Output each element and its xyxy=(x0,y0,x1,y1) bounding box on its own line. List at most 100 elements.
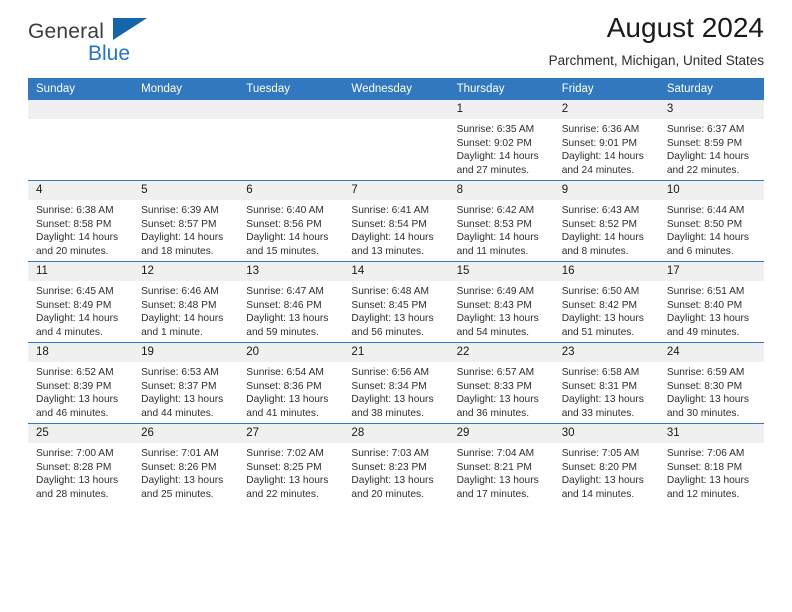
day-cell[interactable]: 21 Sunrise: 6:56 AM Sunset: 8:34 PM Dayl… xyxy=(343,342,449,424)
daylight-text-line1: Daylight: 13 hours xyxy=(666,394,749,406)
week-row: 18 Sunrise: 6:52 AM Sunset: 8:39 PM Dayl… xyxy=(28,342,764,424)
day-cell[interactable]: 18 Sunrise: 6:52 AM Sunset: 8:39 PM Dayl… xyxy=(28,342,134,424)
daylight-text-line2: and 17 minutes. xyxy=(456,488,530,500)
day-number: 5 xyxy=(133,181,239,200)
day-cell[interactable] xyxy=(28,100,134,181)
sunrise-text: Sunrise: 6:54 AM xyxy=(246,367,324,378)
day-cell[interactable]: 1 Sunrise: 6:35 AM Sunset: 9:02 PM Dayli… xyxy=(448,100,554,181)
day-cell[interactable] xyxy=(343,100,449,181)
daylight-text-line2: and 27 minutes. xyxy=(456,164,530,176)
sunrise-text: Sunrise: 6:41 AM xyxy=(351,205,430,216)
day-number: 18 xyxy=(28,343,134,362)
day-cell[interactable]: 10 Sunrise: 6:44 AM Sunset: 8:50 PM Dayl… xyxy=(658,180,764,262)
day-cell[interactable]: 24 Sunrise: 6:59 AM Sunset: 8:30 PM Dayl… xyxy=(658,342,764,424)
day-cell[interactable]: 16 Sunrise: 6:50 AM Sunset: 8:42 PM Dayl… xyxy=(553,261,659,343)
week-row: 1 Sunrise: 6:35 AM Sunset: 9:02 PM Dayli… xyxy=(28,100,764,181)
day-number: 17 xyxy=(658,262,764,281)
day-cell[interactable]: 20 Sunrise: 6:54 AM Sunset: 8:36 PM Dayl… xyxy=(238,342,344,424)
day-cell[interactable]: 6 Sunrise: 6:40 AM Sunset: 8:56 PM Dayli… xyxy=(238,180,344,262)
sunrise-text: Sunrise: 7:02 AM xyxy=(246,448,324,459)
day-number: 22 xyxy=(448,343,554,362)
day-cell[interactable]: 28 Sunrise: 7:03 AM Sunset: 8:23 PM Dayl… xyxy=(343,423,449,504)
day-number: 29 xyxy=(448,424,554,443)
day-number: 25 xyxy=(28,424,134,443)
daylight-text-line1: Daylight: 13 hours xyxy=(36,475,119,487)
day-number: 23 xyxy=(553,343,659,362)
sunrise-text: Sunrise: 6:40 AM xyxy=(246,205,324,216)
sunset-text: Sunset: 8:58 PM xyxy=(36,218,112,230)
day-cell[interactable]: 19 Sunrise: 6:53 AM Sunset: 8:37 PM Dayl… xyxy=(133,342,239,424)
day-details: Sunrise: 6:39 AM Sunset: 8:57 PM Dayligh… xyxy=(133,200,238,258)
day-number: 21 xyxy=(343,343,449,362)
calendar-header-row: Sunday Monday Tuesday Wednesday Thursday… xyxy=(28,78,764,100)
day-cell[interactable]: 23 Sunrise: 6:58 AM Sunset: 8:31 PM Dayl… xyxy=(553,342,659,424)
day-cell[interactable]: 12 Sunrise: 6:46 AM Sunset: 8:48 PM Dayl… xyxy=(133,261,239,343)
day-cell[interactable]: 27 Sunrise: 7:02 AM Sunset: 8:25 PM Dayl… xyxy=(238,423,344,504)
day-cell[interactable]: 8 Sunrise: 6:42 AM Sunset: 8:53 PM Dayli… xyxy=(448,180,554,262)
logo-triangle-icon xyxy=(113,18,147,40)
day-cell[interactable]: 13 Sunrise: 6:47 AM Sunset: 8:46 PM Dayl… xyxy=(238,261,344,343)
daylight-text-line1: Daylight: 13 hours xyxy=(456,394,539,406)
day-cell[interactable]: 5 Sunrise: 6:39 AM Sunset: 8:57 PM Dayli… xyxy=(133,180,239,262)
daylight-text-line1: Daylight: 13 hours xyxy=(141,394,224,406)
daylight-text-line2: and 6 minutes. xyxy=(666,245,734,257)
day-cell[interactable] xyxy=(133,100,239,181)
general-blue-logo[interactable]: General Blue xyxy=(28,18,198,69)
daylight-text-line2: and 30 minutes. xyxy=(666,407,740,419)
day-cell[interactable]: 14 Sunrise: 6:48 AM Sunset: 8:45 PM Dayl… xyxy=(343,261,449,343)
day-cell[interactable] xyxy=(238,100,344,181)
day-number: 19 xyxy=(133,343,239,362)
sunrise-text: Sunrise: 6:37 AM xyxy=(666,124,745,135)
weekday-header-thursday: Thursday xyxy=(448,78,554,100)
sunrise-text: Sunrise: 6:44 AM xyxy=(666,205,745,216)
day-cell[interactable]: 3 Sunrise: 6:37 AM Sunset: 8:59 PM Dayli… xyxy=(658,100,764,181)
day-cell[interactable]: 11 Sunrise: 6:45 AM Sunset: 8:49 PM Dayl… xyxy=(28,261,134,343)
daylight-text-line1: Daylight: 13 hours xyxy=(561,475,644,487)
day-details: Sunrise: 6:35 AM Sunset: 9:02 PM Dayligh… xyxy=(449,119,554,177)
day-number: 30 xyxy=(553,424,659,443)
sunset-text: Sunset: 8:40 PM xyxy=(666,299,743,311)
day-number xyxy=(133,100,239,119)
day-cell[interactable]: 22 Sunrise: 6:57 AM Sunset: 8:33 PM Dayl… xyxy=(448,342,554,424)
sunrise-text: Sunrise: 6:53 AM xyxy=(141,367,219,378)
day-details: Sunrise: 6:42 AM Sunset: 8:53 PM Dayligh… xyxy=(449,200,554,258)
day-number: 27 xyxy=(238,424,344,443)
day-cell[interactable]: 26 Sunrise: 7:01 AM Sunset: 8:26 PM Dayl… xyxy=(133,423,239,504)
daylight-text-line1: Daylight: 13 hours xyxy=(141,475,224,487)
daylight-text-line1: Daylight: 13 hours xyxy=(561,394,644,406)
day-cell[interactable]: 25 Sunrise: 7:00 AM Sunset: 8:28 PM Dayl… xyxy=(28,423,134,504)
daylight-text-line2: and 15 minutes. xyxy=(246,245,319,257)
sunset-text: Sunset: 8:59 PM xyxy=(666,137,743,149)
sunrise-text: Sunrise: 6:36 AM xyxy=(561,124,640,135)
day-details: Sunrise: 6:57 AM Sunset: 8:33 PM Dayligh… xyxy=(449,362,554,420)
daylight-text-line2: and 12 minutes. xyxy=(666,488,740,500)
day-cell[interactable]: 30 Sunrise: 7:05 AM Sunset: 8:20 PM Dayl… xyxy=(553,423,659,504)
sunset-text: Sunset: 8:46 PM xyxy=(246,299,322,311)
day-details: Sunrise: 7:03 AM Sunset: 8:23 PM Dayligh… xyxy=(343,443,448,501)
day-number: 31 xyxy=(658,424,764,443)
day-details: Sunrise: 6:36 AM Sunset: 9:01 PM Dayligh… xyxy=(554,119,659,177)
day-cell[interactable]: 4 Sunrise: 6:38 AM Sunset: 8:58 PM Dayli… xyxy=(28,180,134,262)
daylight-text-line2: and 14 minutes. xyxy=(561,488,635,500)
daylight-text-line1: Daylight: 13 hours xyxy=(351,394,434,406)
day-cell[interactable]: 17 Sunrise: 6:51 AM Sunset: 8:40 PM Dayl… xyxy=(658,261,764,343)
day-cell[interactable]: 7 Sunrise: 6:41 AM Sunset: 8:54 PM Dayli… xyxy=(343,180,449,262)
day-details: Sunrise: 6:44 AM Sunset: 8:50 PM Dayligh… xyxy=(659,200,764,258)
weekday-header-friday: Friday xyxy=(553,78,659,100)
day-cell[interactable]: 31 Sunrise: 7:06 AM Sunset: 8:18 PM Dayl… xyxy=(658,423,764,504)
daylight-text-line2: and 8 minutes. xyxy=(561,245,629,257)
day-cell[interactable]: 9 Sunrise: 6:43 AM Sunset: 8:52 PM Dayli… xyxy=(553,180,659,262)
day-cell[interactable]: 15 Sunrise: 6:49 AM Sunset: 8:43 PM Dayl… xyxy=(448,261,554,343)
day-number: 7 xyxy=(343,181,449,200)
day-cell[interactable]: 29 Sunrise: 7:04 AM Sunset: 8:21 PM Dayl… xyxy=(448,423,554,504)
day-cell[interactable]: 2 Sunrise: 6:36 AM Sunset: 9:01 PM Dayli… xyxy=(553,100,659,181)
sunset-text: Sunset: 8:50 PM xyxy=(666,218,743,230)
day-details: Sunrise: 6:48 AM Sunset: 8:45 PM Dayligh… xyxy=(343,281,448,339)
sunset-text: Sunset: 8:21 PM xyxy=(456,461,532,473)
day-number: 8 xyxy=(448,181,554,200)
daylight-text-line1: Daylight: 14 hours xyxy=(141,232,224,244)
daylight-text-line2: and 13 minutes. xyxy=(351,245,424,257)
day-details: Sunrise: 6:38 AM Sunset: 8:58 PM Dayligh… xyxy=(28,200,133,258)
sunrise-text: Sunrise: 6:43 AM xyxy=(561,205,640,216)
sunrise-text: Sunrise: 6:52 AM xyxy=(36,367,114,378)
